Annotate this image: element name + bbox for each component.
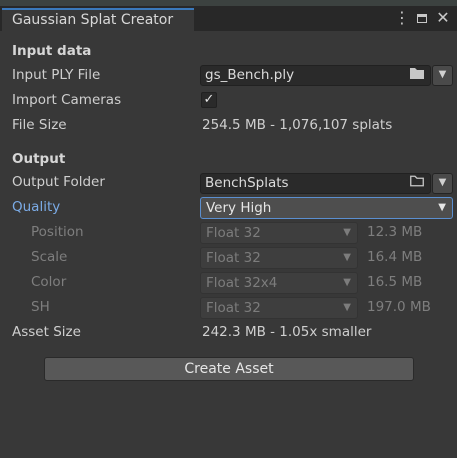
more-options-icon[interactable]: ⋮	[393, 9, 411, 27]
scale-format-value: Float 32	[206, 250, 261, 266]
import-cameras-label: Import Cameras	[12, 92, 122, 108]
output-folder-dropdown-button[interactable]: ▼	[432, 173, 453, 194]
file-size-label: File Size	[12, 117, 67, 133]
asset-size-value: 242.3 MB - 1.05x smaller	[202, 324, 372, 340]
position-label: Position	[31, 224, 84, 240]
check-icon: ✓	[203, 92, 215, 107]
maximize-icon[interactable]	[413, 9, 431, 27]
color-format-select: Float 32x4 ▼	[200, 272, 358, 294]
output-folder-value: BenchSplats	[205, 175, 289, 191]
import-cameras-checkbox[interactable]: ✓	[201, 92, 217, 108]
scale-size: 16.4 MB	[367, 249, 423, 265]
color-format-value: Float 32x4	[206, 275, 278, 291]
scale-format-select: Float 32 ▼	[200, 247, 358, 269]
chevron-down-icon: ▼	[343, 302, 351, 313]
asset-size-label: Asset Size	[12, 324, 81, 340]
folder-outline-icon[interactable]	[410, 174, 424, 193]
chevron-down-icon: ▼	[343, 252, 351, 263]
chevron-down-icon: ▼	[438, 202, 446, 213]
input-ply-value: gs_Bench.ply	[205, 67, 295, 83]
sh-size: 197.0 MB	[367, 299, 431, 315]
chevron-down-icon: ▼	[343, 277, 351, 288]
color-label: Color	[31, 274, 67, 290]
position-format-value: Float 32	[206, 225, 261, 241]
input-ply-dropdown-button[interactable]: ▼	[432, 65, 453, 86]
quality-select[interactable]: Very High ▼	[200, 197, 453, 219]
sh-label: SH	[31, 299, 50, 315]
output-folder-field[interactable]: BenchSplats	[200, 173, 431, 194]
quality-value: Very High	[206, 200, 272, 216]
folder-filled-icon[interactable]	[410, 66, 424, 85]
chevron-down-icon: ▼	[343, 227, 351, 238]
position-size: 12.3 MB	[367, 224, 423, 240]
title-bar: Gaussian Splat Creator ⋮ ✕	[0, 6, 457, 31]
color-size: 16.5 MB	[367, 274, 423, 290]
sh-format-value: Float 32	[206, 300, 261, 316]
position-format-select: Float 32 ▼	[200, 222, 358, 244]
input-data-header: Input data	[12, 43, 92, 59]
window-tab[interactable]: Gaussian Splat Creator	[2, 8, 194, 31]
create-asset-button[interactable]: Create Asset	[44, 357, 414, 381]
scale-label: Scale	[31, 249, 68, 265]
output-header: Output	[12, 151, 66, 167]
output-folder-label: Output Folder	[12, 174, 105, 190]
close-icon[interactable]: ✕	[434, 9, 452, 27]
input-ply-field[interactable]: gs_Bench.ply	[200, 65, 431, 86]
sh-format-select: Float 32 ▼	[200, 297, 358, 319]
file-size-value: 254.5 MB - 1,076,107 splats	[202, 117, 393, 133]
quality-label: Quality	[12, 199, 61, 215]
gaussian-splat-creator-window: Gaussian Splat Creator ⋮ ✕ Input data In…	[0, 6, 457, 458]
input-ply-label: Input PLY File	[12, 67, 101, 83]
